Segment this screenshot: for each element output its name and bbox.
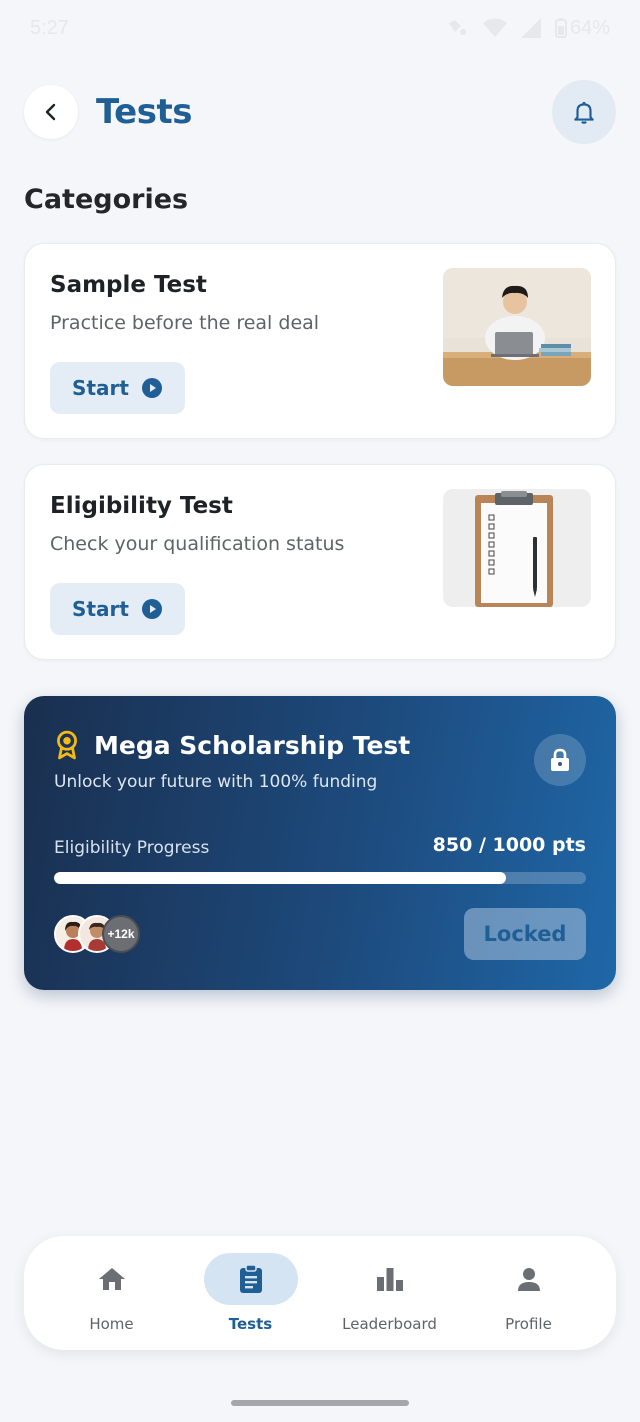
student-laptop-image (443, 268, 591, 386)
eligibility-test-card: Eligibility Test Check your qualificatio… (24, 464, 616, 660)
nav-tests[interactable]: Tests (191, 1253, 311, 1333)
progress-label: Eligibility Progress (54, 838, 210, 858)
lock-icon (551, 748, 569, 771)
nav-label: Leaderboard (342, 1315, 437, 1333)
battery-icon (554, 18, 567, 38)
sample-test-card: Sample Test Practice before the real dea… (24, 243, 616, 439)
battery-percent: 64% (569, 16, 610, 39)
header: Tests (24, 80, 616, 144)
card-subtitle: Check your qualification status (50, 533, 345, 555)
status-icons: 64% (447, 17, 610, 40)
start-label: Start (72, 597, 129, 621)
status-bar: 5:27 64% (0, 0, 640, 56)
start-button[interactable]: Start (50, 583, 185, 635)
award-icon (57, 730, 77, 760)
progress-bar (54, 872, 586, 884)
nav-label: Profile (505, 1315, 552, 1333)
home-icon (98, 1268, 125, 1290)
page-title: Tests (96, 92, 192, 132)
nav-home[interactable]: Home (52, 1253, 172, 1333)
chevron-left-icon (45, 103, 56, 121)
back-button[interactable] (24, 85, 78, 139)
signal-icon (520, 18, 541, 38)
wifi-icon (482, 18, 507, 37)
bar-chart-icon (376, 1268, 403, 1291)
start-label: Start (72, 376, 129, 400)
play-circle-icon (141, 378, 162, 398)
bottom-nav: Home Tests Leaderboard Profile (24, 1236, 616, 1350)
start-button[interactable]: Start (50, 362, 185, 414)
lock-indicator (534, 734, 586, 786)
nav-icon-container (482, 1253, 576, 1305)
nav-label: Tests (228, 1315, 273, 1333)
person-icon (517, 1268, 540, 1291)
section-title: Categories (24, 184, 189, 215)
clipboard-checklist-image (443, 489, 591, 607)
mega-title: Mega Scholarship Test (94, 730, 411, 760)
clipboard-icon (239, 1264, 262, 1293)
bell-icon (574, 101, 594, 124)
card-title: Sample Test (50, 272, 207, 298)
nav-leaderboard[interactable]: Leaderboard (330, 1253, 450, 1333)
card-title: Eligibility Test (50, 493, 233, 519)
more-participants-badge: +12k (102, 915, 140, 953)
battery: 64% (554, 16, 610, 40)
participants-avatars: +12k (54, 915, 140, 953)
nav-icon-container (343, 1253, 437, 1305)
card-subtitle: Practice before the real deal (50, 312, 320, 334)
progress-value: 850 / 1000 pts (432, 834, 586, 856)
nav-icon-container (65, 1253, 159, 1305)
home-indicator[interactable] (231, 1400, 409, 1406)
nav-profile[interactable]: Profile (469, 1253, 589, 1333)
locked-button[interactable]: Locked (464, 908, 586, 960)
nav-icon-container (203, 1253, 298, 1305)
nav-label: Home (89, 1315, 134, 1333)
play-circle-icon (141, 599, 162, 619)
progress-fill (54, 872, 507, 884)
mega-title-row: Mega Scholarship Test (54, 730, 410, 760)
mega-scholarship-card: Mega Scholarship Test Unlock your future… (24, 696, 616, 990)
mega-subtitle: Unlock your future with 100% funding (54, 772, 378, 792)
vibrate-icon (448, 20, 466, 35)
notifications-button[interactable] (552, 80, 616, 144)
status-time: 5:27 (30, 16, 69, 39)
